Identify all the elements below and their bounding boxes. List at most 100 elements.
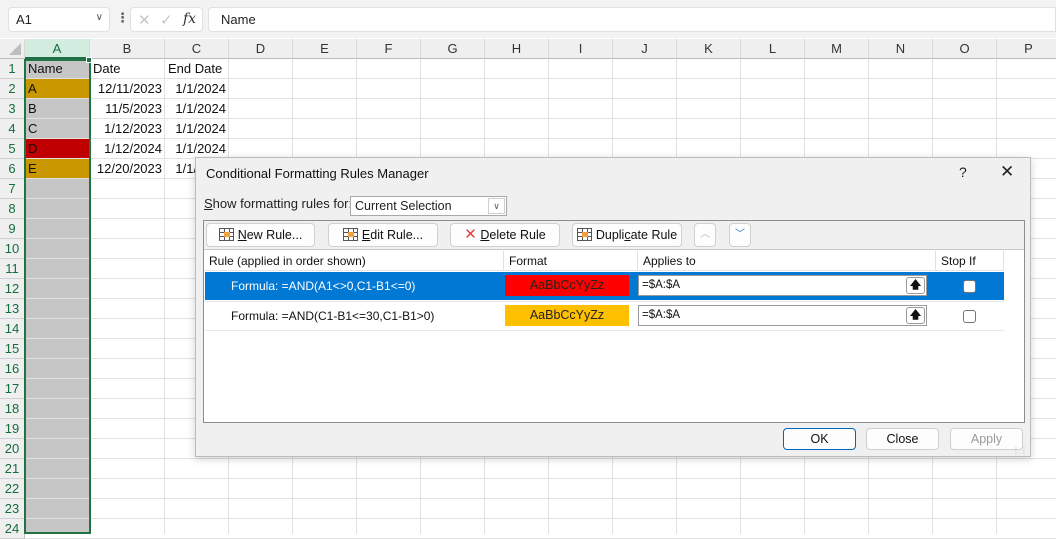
column-header-d[interactable]: D <box>229 39 293 59</box>
column-header-m[interactable]: M <box>805 39 869 59</box>
delete-x-icon: ✕ <box>464 226 477 243</box>
enter-check-icon[interactable]: ✓ <box>160 11 173 29</box>
row-header-3[interactable]: 3 <box>0 99 25 119</box>
row-header-23[interactable]: 23 <box>0 499 25 519</box>
stop-if-true-checkbox[interactable] <box>963 310 976 323</box>
column-header-rule[interactable]: Rule (applied in order shown) <box>204 251 504 271</box>
column-header-o[interactable]: O <box>933 39 997 59</box>
column-header-applies-to[interactable]: Applies to <box>638 251 936 271</box>
row-header-22[interactable]: 22 <box>0 479 25 499</box>
delete-rule-button[interactable]: ✕ Delete Rule <box>450 223 560 247</box>
applies-to-input[interactable]: =$A:$A 🡅 <box>638 275 927 296</box>
column-header-i[interactable]: I <box>549 39 613 59</box>
column-header-c[interactable]: C <box>165 39 229 59</box>
cell-b3[interactable]: 11/5/2023 <box>90 99 165 119</box>
row-header-9[interactable]: 9 <box>0 219 25 239</box>
row-header-19[interactable]: 19 <box>0 419 25 439</box>
column-header-j[interactable]: J <box>613 39 677 59</box>
cell-c5[interactable]: 1/1/2024 <box>165 139 229 159</box>
select-all-corner[interactable] <box>0 39 25 59</box>
cell-c1[interactable]: End Date <box>165 59 229 79</box>
duplicate-rule-button[interactable]: Duplicate Rule <box>572 223 682 247</box>
close-icon[interactable]: ✕ <box>1000 162 1014 182</box>
column-header-n[interactable]: N <box>869 39 933 59</box>
row-header-5[interactable]: 5 <box>0 139 25 159</box>
row-header-4[interactable]: 4 <box>0 119 25 139</box>
cell-b2[interactable]: 12/11/2023 <box>90 79 165 99</box>
column-header-g[interactable]: G <box>421 39 485 59</box>
row-header-1[interactable]: 1 <box>0 59 25 79</box>
collapse-range-icon[interactable]: 🡅 <box>906 307 925 324</box>
button-label: elete Rule <box>489 228 546 242</box>
cell-c4[interactable]: 1/1/2024 <box>165 119 229 139</box>
access-key: E <box>361 228 371 242</box>
row-header-20[interactable]: 20 <box>0 439 25 459</box>
row-header-17[interactable]: 17 <box>0 379 25 399</box>
rule-formula: Formula: =AND(C1-B1<=30,C1-B1>0) <box>231 309 435 323</box>
name-box[interactable]: A1 ∨ <box>8 7 110 32</box>
row-header-21[interactable]: 21 <box>0 459 25 479</box>
insert-function-icon[interactable]: fx <box>183 11 196 27</box>
column-header-a[interactable]: A <box>25 39 90 59</box>
rule-row[interactable]: Formula: =AND(C1-B1<=30,C1-B1>0) AaBbCcY… <box>205 302 1004 330</box>
column-header-e[interactable]: E <box>293 39 357 59</box>
cancel-icon[interactable]: ✕ <box>138 11 151 29</box>
applies-to-input[interactable]: =$A:$A 🡅 <box>638 305 927 326</box>
close-button[interactable]: Close <box>866 428 939 450</box>
edit-rule-button[interactable]: Edit Rule... <box>328 223 438 247</box>
cell-a2[interactable]: A <box>25 79 90 99</box>
more-options-icon[interactable]: ⋮ <box>116 10 129 26</box>
column-header-format[interactable]: Format <box>504 251 638 271</box>
cell-b1[interactable]: Date <box>90 59 165 79</box>
column-header-l[interactable]: L <box>741 39 805 59</box>
rule-row[interactable]: Formula: =AND(A1<>0,C1-B1<=0) AaBbCcYyZz… <box>205 272 1004 300</box>
formula-actions: ✕ ✓ fx <box>130 7 203 32</box>
cell-a1[interactable]: Name <box>25 59 90 79</box>
show-rules-select[interactable]: Current Selection ∨ <box>350 196 507 216</box>
row-header-2[interactable]: 2 <box>0 79 25 99</box>
row-header-13[interactable]: 13 <box>0 299 25 319</box>
cell-a6[interactable]: E <box>25 159 90 179</box>
row-header-7[interactable]: 7 <box>0 179 25 199</box>
select-value: Current Selection <box>355 199 452 213</box>
row-header-14[interactable]: 14 <box>0 319 25 339</box>
cell-b4[interactable]: 1/12/2023 <box>90 119 165 139</box>
rule-formula: Formula: =AND(A1<>0,C1-B1<=0) <box>231 279 416 293</box>
cell-c2[interactable]: 1/1/2024 <box>165 79 229 99</box>
cell-b5[interactable]: 1/12/2024 <box>90 139 165 159</box>
row-header-12[interactable]: 12 <box>0 279 25 299</box>
ok-button[interactable]: OK <box>783 428 856 450</box>
cell-a3[interactable]: B <box>25 99 90 119</box>
collapse-range-icon[interactable]: 🡅 <box>906 277 925 294</box>
row-header-24[interactable]: 24 <box>0 519 25 539</box>
resize-grip-icon[interactable]: ⋮⋮ <box>1012 447 1028 455</box>
cell-a5[interactable]: D <box>25 139 90 159</box>
row-header-10[interactable]: 10 <box>0 239 25 259</box>
column-header-f[interactable]: F <box>357 39 421 59</box>
fill-handle[interactable] <box>86 57 92 63</box>
column-header-h[interactable]: H <box>485 39 549 59</box>
cell-c3[interactable]: 1/1/2024 <box>165 99 229 119</box>
row-header-15[interactable]: 15 <box>0 339 25 359</box>
row-header-16[interactable]: 16 <box>0 359 25 379</box>
row-header-18[interactable]: 18 <box>0 399 25 419</box>
grid-line <box>25 478 1056 479</box>
stop-if-true-checkbox[interactable] <box>963 280 976 293</box>
column-header-b[interactable]: B <box>90 39 165 59</box>
move-up-button[interactable]: ︿ <box>694 223 716 247</box>
row-header-6[interactable]: 6 <box>0 159 25 179</box>
help-icon[interactable]: ? <box>959 164 967 180</box>
row-header-8[interactable]: 8 <box>0 199 25 219</box>
cell-a4[interactable]: C <box>25 119 90 139</box>
row-header-11[interactable]: 11 <box>0 259 25 279</box>
move-down-button[interactable]: ﹀ <box>729 223 751 247</box>
chevron-down-icon[interactable]: ∨ <box>488 198 505 214</box>
new-rule-button[interactable]: New Rule... <box>206 223 315 247</box>
cell-b6[interactable]: 12/20/2023 <box>90 159 165 179</box>
chevron-down-icon[interactable]: ∨ <box>96 12 103 23</box>
formula-input[interactable]: Name <box>208 7 1056 32</box>
column-header-p[interactable]: P <box>997 39 1056 59</box>
column-header-stop-if-true[interactable]: Stop If True <box>936 251 1004 288</box>
format-preview: AaBbCcYyZz <box>505 275 629 296</box>
column-header-k[interactable]: K <box>677 39 741 59</box>
